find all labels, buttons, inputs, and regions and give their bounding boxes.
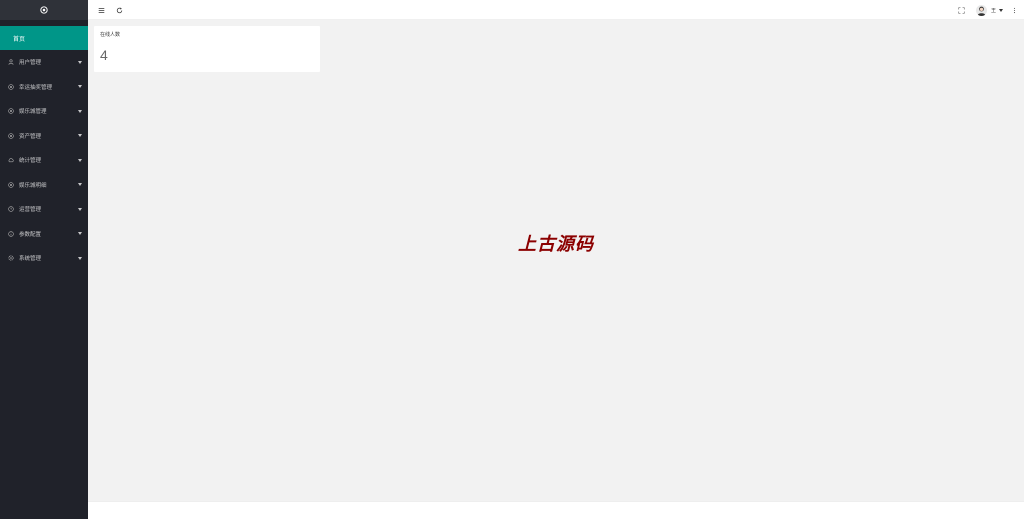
user-icon	[8, 59, 14, 66]
caret-down-icon	[999, 8, 1004, 12]
circle-dot-icon	[8, 133, 14, 139]
caret-down-icon	[78, 232, 82, 236]
logo[interactable]	[0, 0, 88, 20]
refresh-icon[interactable]	[115, 6, 123, 14]
sidebar-item-home[interactable]: 首页	[0, 26, 88, 50]
online-users-count: 4	[100, 47, 108, 63]
sidebar-nav: 首页 用户管理 幸运抽奖管理 娱乐城管理 资产管理 统计管理 娱乐城明细 运营管…	[0, 20, 88, 271]
cloud-icon	[8, 157, 14, 163]
more-vertical-icon[interactable]	[1010, 6, 1018, 14]
gear-icon	[8, 255, 14, 261]
sidebar-item-user-management[interactable]: 用户管理	[0, 50, 88, 75]
sidebar-item-label: 娱乐城明细	[19, 182, 47, 189]
top-header: 王	[88, 0, 1024, 20]
online-users-card: 在线人数 4	[94, 26, 320, 72]
watermark-text: 上古源码	[518, 234, 594, 255]
caret-down-icon	[78, 158, 82, 162]
caret-down-icon	[78, 109, 82, 113]
sidebar-item-lottery-management[interactable]: 幸运抽奖管理	[0, 75, 88, 100]
sidebar-item-system-management[interactable]: 系统管理	[0, 246, 88, 271]
caret-down-icon	[78, 134, 82, 138]
caret-down-icon	[78, 183, 82, 187]
caret-down-icon	[78, 207, 82, 211]
fullscreen-icon[interactable]	[957, 6, 965, 14]
main-content: 在线人数 4 上古源码	[88, 20, 1024, 501]
sidebar-item-statistics-management[interactable]: 统计管理	[0, 148, 88, 173]
sidebar-item-label: 用户管理	[19, 60, 42, 67]
sidebar-item-label: 首页	[13, 35, 26, 43]
caret-down-icon	[78, 60, 82, 64]
sidebar-item-label: 资产管理	[19, 133, 42, 140]
sidebar-item-label: 运营管理	[19, 207, 42, 214]
clock-icon	[8, 206, 14, 212]
sidebar-item-parameter-config[interactable]: 参数配置	[0, 222, 88, 247]
sidebar-item-label: 娱乐城管理	[19, 109, 47, 116]
avatar	[976, 4, 987, 16]
sidebar-item-label: 系统管理	[19, 256, 42, 263]
sidebar-item-asset-management[interactable]: 资产管理	[0, 124, 88, 149]
footer	[88, 501, 1024, 519]
card-title: 在线人数	[100, 32, 121, 38]
sidebar-item-operations-management[interactable]: 运营管理	[0, 197, 88, 222]
sidebar-item-casino-details[interactable]: 娱乐城明细	[0, 173, 88, 198]
sidebar: 首页 用户管理 幸运抽奖管理 娱乐城管理 资产管理 统计管理 娱乐城明细 运营管…	[0, 0, 88, 519]
info-icon	[8, 231, 14, 237]
user-menu[interactable]: 王	[976, 4, 1004, 16]
sidebar-item-label: 幸运抽奖管理	[19, 84, 53, 91]
circle-dot-icon	[8, 84, 14, 90]
sidebar-item-label: 参数配置	[19, 231, 42, 238]
menu-icon[interactable]	[97, 6, 105, 14]
caret-down-icon	[78, 85, 82, 89]
circle-dot-icon	[8, 182, 14, 188]
caret-down-icon	[78, 256, 82, 260]
gear-icon	[40, 6, 48, 14]
circle-dot-icon	[8, 108, 14, 114]
sidebar-item-casino-management[interactable]: 娱乐城管理	[0, 99, 88, 124]
sidebar-item-label: 统计管理	[19, 158, 42, 165]
user-name: 王	[991, 7, 997, 14]
